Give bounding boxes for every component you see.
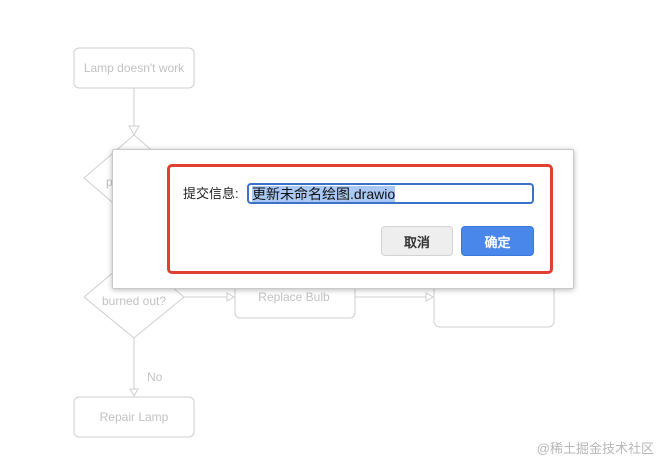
commit-message-input[interactable]: 更新未命名绘图.drawio xyxy=(247,183,534,204)
ok-button[interactable]: 确定 xyxy=(461,226,534,256)
edge-arrowhead xyxy=(425,292,435,302)
cancel-button[interactable]: 取消 xyxy=(381,226,453,256)
edge-arrowhead xyxy=(128,125,140,137)
edge-label-no: No xyxy=(147,370,163,384)
edge-arrowhead xyxy=(226,292,236,302)
highlight-frame xyxy=(167,164,553,274)
commit-message-value: 更新未命名绘图.drawio xyxy=(252,185,396,202)
edge-arrowhead xyxy=(129,388,139,398)
commit-dialog: 提交信息: 更新未命名绘图.drawio 取消 确定 xyxy=(112,149,574,289)
decision-burned-out-label: burned out? xyxy=(102,294,166,308)
node-lamp-doesnt-work-label: Lamp doesn't work xyxy=(84,61,185,75)
node-repair-lamp-label: Repair Lamp xyxy=(100,410,169,424)
node-replace-bulb-label: Replace Bulb xyxy=(258,290,330,304)
commit-message-label: 提交信息: xyxy=(183,186,239,201)
watermark: @稀土掘金技术社区 xyxy=(536,441,654,456)
